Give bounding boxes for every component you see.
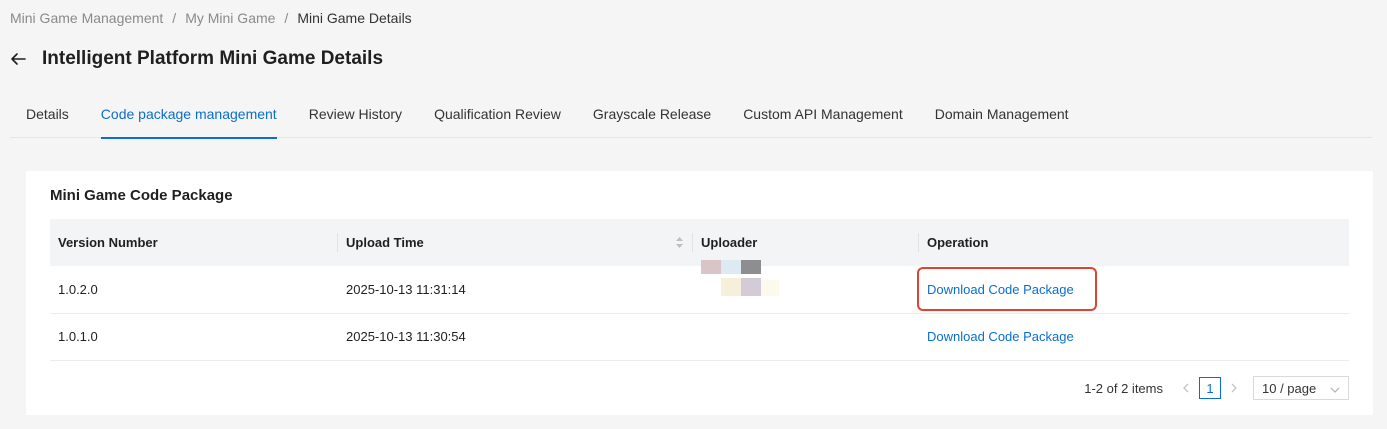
next-page-icon[interactable]	[1225, 377, 1243, 399]
tab-details[interactable]: Details	[10, 100, 85, 138]
breadcrumb-item-current: Mini Game Details	[297, 10, 412, 26]
cell-version: 1.0.1.0	[50, 313, 338, 361]
cell-operation: Download Code Package	[917, 266, 1349, 314]
tab-custom-api-management[interactable]: Custom API Management	[727, 100, 919, 138]
page-header: Intelligent Platform Mini Game Details	[10, 46, 383, 72]
tab-bar: Details Code package management Review H…	[10, 100, 1372, 139]
pagination: 1-2 of 2 items 1 10 / page	[1084, 376, 1349, 400]
breadcrumb-item-my-mini-game[interactable]: My Mini Game	[185, 10, 275, 26]
column-header-label: Upload Time	[346, 235, 424, 250]
column-header-label: Version Number	[58, 235, 158, 250]
page-size-select[interactable]: 10 / page	[1253, 376, 1349, 400]
cell-operation: Download Code Package	[919, 313, 1349, 361]
cell-uploader	[693, 260, 919, 314]
page-number[interactable]: 1	[1199, 377, 1221, 399]
tab-domain-management[interactable]: Domain Management	[919, 100, 1085, 138]
sort-icon[interactable]	[675, 236, 684, 249]
breadcrumb-separator: /	[172, 10, 177, 26]
column-header-uploader: Uploader	[693, 219, 919, 266]
column-header-version: Version Number	[50, 219, 338, 266]
tab-grayscale-release[interactable]: Grayscale Release	[577, 100, 727, 138]
download-code-package-link[interactable]: Download Code Package	[927, 282, 1074, 297]
cell-upload-time: 2025-10-13 11:31:14	[338, 266, 693, 314]
page-title: Intelligent Platform Mini Game Details	[42, 48, 384, 69]
chevron-down-icon	[1330, 381, 1340, 396]
cell-version: 1.0.2.0	[50, 266, 338, 314]
breadcrumb-item-mini-game-management[interactable]: Mini Game Management	[10, 10, 163, 26]
table-header-row: Version Number Upload Time Uploader Oper…	[50, 219, 1349, 266]
page-size-value: 10 / page	[1262, 380, 1317, 396]
breadcrumb: Mini Game Management / My Mini Game / Mi…	[10, 10, 412, 26]
table-row: 1.0.2.0 2025-10-13 11:31:14 Download Cod…	[50, 260, 1349, 314]
download-code-package-link[interactable]: Download Code Package	[927, 329, 1074, 344]
code-package-card: Mini Game Code Package Version Number Up…	[26, 171, 1373, 415]
tab-code-package-management[interactable]: Code package management	[85, 100, 293, 139]
breadcrumb-separator: /	[284, 10, 289, 26]
uploader-avatar-redacted	[701, 260, 791, 312]
back-arrow-icon[interactable]	[10, 51, 26, 67]
previous-page-icon[interactable]	[1177, 377, 1195, 399]
pagination-total: 1-2 of 2 items	[1084, 380, 1163, 396]
cell-uploader	[693, 313, 919, 361]
column-header-label: Uploader	[701, 235, 758, 250]
code-package-table: Version Number Upload Time Uploader Oper…	[50, 219, 1349, 361]
cell-upload-time: 2025-10-13 11:30:54	[338, 313, 693, 361]
tab-review-history[interactable]: Review History	[293, 100, 418, 138]
column-header-upload-time[interactable]: Upload Time	[338, 219, 693, 266]
section-title: Mini Game Code Package	[50, 187, 233, 204]
tab-qualification-review[interactable]: Qualification Review	[418, 100, 577, 138]
column-header-operation: Operation	[919, 219, 1349, 266]
table-row: 1.0.1.0 2025-10-13 11:30:54 Download Cod…	[50, 313, 1349, 361]
column-header-label: Operation	[927, 235, 989, 250]
